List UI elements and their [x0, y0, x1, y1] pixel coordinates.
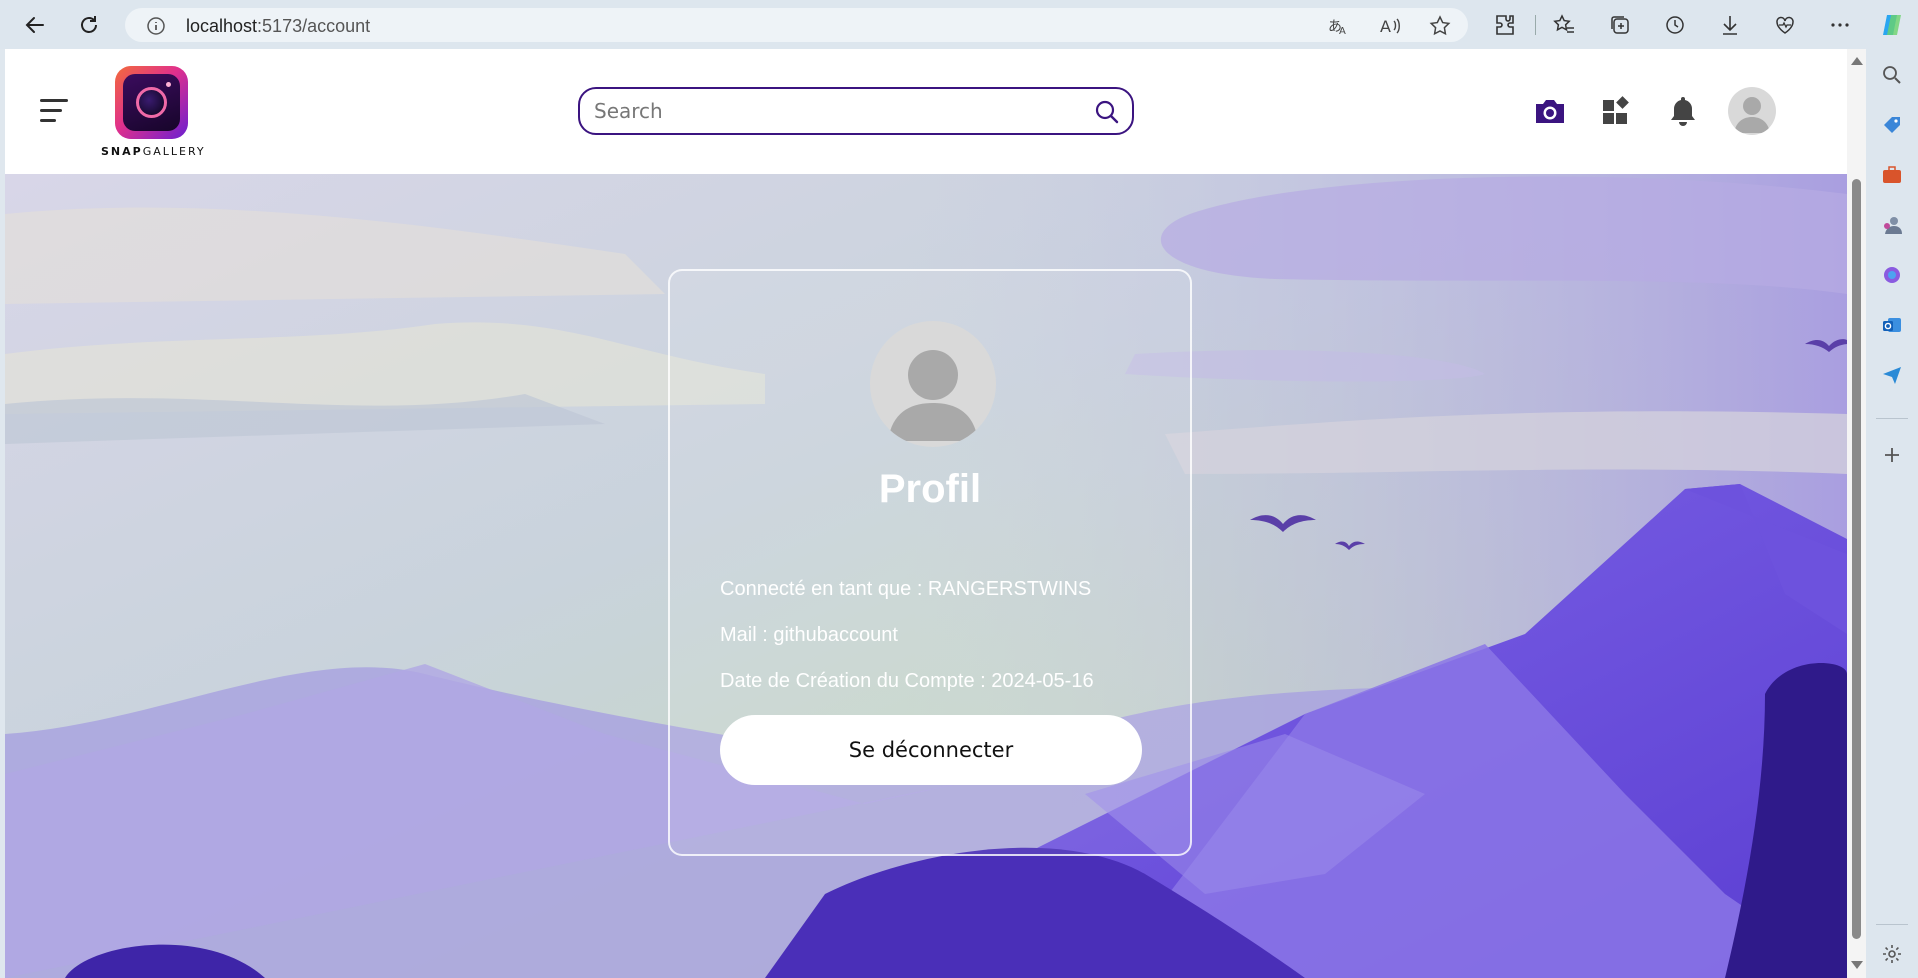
logo-wordmark: SNAPGALLERY	[101, 145, 206, 158]
search-input[interactable]	[594, 97, 1074, 125]
creation-date-text: Date de Création du Compte : 2024-05-16	[720, 670, 1094, 692]
history-icon[interactable]	[1661, 11, 1689, 39]
more-menu-icon[interactable]	[1826, 11, 1854, 39]
profile-avatar	[870, 321, 996, 447]
app-header: SNAPGALLERY	[5, 49, 1847, 174]
sidebar-outlook-icon[interactable]	[1878, 311, 1906, 339]
site-info-icon[interactable]	[145, 15, 167, 37]
extensions-icon[interactable]	[1491, 11, 1519, 39]
logout-button[interactable]: Se déconnecter	[720, 715, 1142, 785]
sidebar-settings-gear-icon[interactable]	[1878, 940, 1906, 968]
profile-card: Profil Connecté en tant que : RANGERSTWI…	[668, 269, 1192, 856]
search-bar	[578, 87, 1134, 135]
browser-toolbar: localhost:5173/account あA A	[0, 0, 1918, 49]
page-scrollbar[interactable]	[1847, 49, 1866, 978]
sidebar-search-icon[interactable]	[1878, 61, 1906, 89]
back-arrow-icon	[25, 17, 44, 33]
bell-notification-icon[interactable]	[1665, 93, 1701, 129]
sidebar-add-icon[interactable]	[1878, 441, 1906, 469]
downloads-icon[interactable]	[1716, 11, 1744, 39]
snapgallery-logo-icon[interactable]	[115, 66, 188, 139]
sidebar-tools-briefcase-icon[interactable]	[1878, 161, 1906, 189]
browser-sidebar	[1866, 49, 1918, 978]
back-button[interactable]	[20, 10, 50, 40]
mail-text: Mail : githubaccount	[720, 624, 898, 646]
scroll-up-arrow-icon[interactable]	[1851, 57, 1863, 65]
scroll-thumb[interactable]	[1852, 179, 1861, 939]
url-text[interactable]: localhost:5173/account	[186, 16, 370, 37]
collections-icon[interactable]	[1606, 11, 1634, 39]
sidebar-send-icon[interactable]	[1878, 361, 1906, 389]
translate-icon[interactable]: あA	[1327, 15, 1349, 37]
profile-title: Profil	[878, 467, 982, 511]
scroll-down-arrow-icon[interactable]	[1851, 961, 1863, 969]
reload-button[interactable]	[74, 10, 104, 40]
menu-hamburger-icon[interactable]	[40, 99, 70, 123]
sidebar-shopping-tag-icon[interactable]	[1878, 111, 1906, 139]
connected-as-text: Connecté en tant que : RANGERSTWINS	[720, 578, 1092, 600]
sidebar-divider	[1876, 418, 1908, 419]
dashboard-widgets-icon[interactable]	[1598, 93, 1634, 129]
user-avatar[interactable]	[1728, 87, 1776, 135]
camera-icon[interactable]	[1532, 93, 1568, 129]
read-aloud-icon[interactable]: A	[1379, 15, 1401, 37]
page-viewport: SNAPGALLERY Search Profil Connecté en ta…	[5, 49, 1847, 978]
sidebar-divider-bottom	[1876, 924, 1908, 925]
toolbar-divider	[1535, 15, 1536, 35]
svg-text:A: A	[1339, 26, 1346, 37]
sidebar-games-icon[interactable]	[1878, 211, 1906, 239]
sidebar-copilot-icon[interactable]	[1878, 261, 1906, 289]
performance-heart-icon[interactable]	[1771, 11, 1799, 39]
svg-text:A: A	[1380, 17, 1391, 36]
copilot-icon[interactable]	[1878, 11, 1906, 39]
reload-icon	[81, 16, 97, 33]
favorites-icon[interactable]	[1550, 11, 1578, 39]
search-icon[interactable]	[1094, 99, 1120, 125]
favorite-star-icon[interactable]	[1429, 15, 1451, 37]
address-bar[interactable]: localhost:5173/account あA A	[125, 8, 1468, 42]
